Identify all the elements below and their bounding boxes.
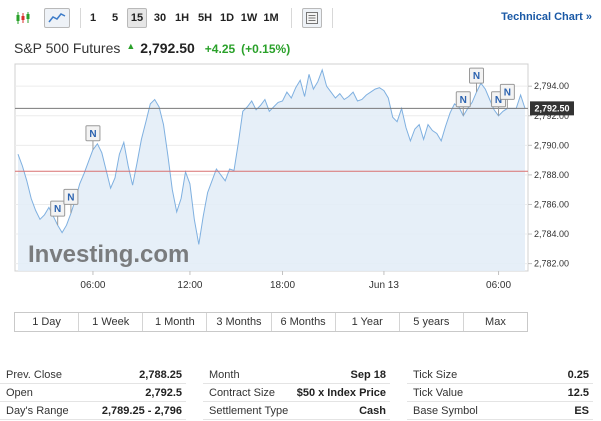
y-tick-label: 2,786.00: [534, 199, 569, 209]
price-chart[interactable]: 2,794.00 2,792.00 2,790.00 2,788.00 2,786.00…: [14, 63, 584, 303]
interval-1m[interactable]: 1M: [261, 8, 281, 28]
y-tick-label: 2,790.00: [534, 140, 569, 150]
news-marker-label: N: [89, 129, 96, 140]
toolbar-divider: [291, 8, 292, 28]
stat-row-contract-size: Contract Size $50 x Index Price: [203, 384, 390, 402]
range-1-day[interactable]: 1 Day: [15, 313, 80, 331]
y-tick-label: 2,788.00: [534, 170, 569, 180]
range-5-years[interactable]: 5 years: [400, 313, 464, 331]
y-tick-label: 2,782.00: [534, 259, 569, 269]
stat-row-settlement-type: Settlement Type Cash: [203, 402, 390, 420]
toolbar-divider: [332, 8, 333, 28]
up-arrow-icon: ▲: [126, 41, 136, 51]
stat-value: 2,788.25: [139, 369, 182, 381]
stat-value: $50 x Index Price: [296, 387, 386, 399]
range-6-months[interactable]: 6 Months: [272, 313, 336, 331]
interval-30[interactable]: 30: [151, 8, 169, 28]
candlestick-chart-icon[interactable]: [12, 8, 34, 28]
x-tick-label: 06:00: [486, 280, 511, 291]
news-marker-label: N: [473, 71, 480, 82]
range-max[interactable]: Max: [464, 313, 527, 331]
last-price-label: 2,792.50: [534, 103, 569, 113]
stats-column-2: Month Sep 18 Contract Size $50 x Index P…: [203, 366, 390, 420]
interval-1h[interactable]: 1H: [172, 8, 192, 28]
stat-row-open: Open 2,792.5: [0, 384, 186, 402]
stat-label: Base Symbol: [413, 405, 478, 417]
news-marker-label: N: [54, 204, 61, 215]
x-tick-label: 12:00: [177, 280, 202, 291]
price-change: +4.25: [204, 42, 236, 56]
stat-label: Tick Size: [413, 369, 458, 381]
stat-row-days-range: Day's Range 2,789.25 - 2,796: [0, 402, 186, 420]
time-range-tabs: 1 Day 1 Week 1 Month 3 Months 6 Months 1…: [14, 312, 528, 332]
stat-row-prev-close: Prev. Close 2,788.25: [0, 366, 186, 384]
stat-row-month: Month Sep 18: [203, 366, 390, 384]
last-price: 2,792.50: [140, 40, 195, 56]
stat-label: Day's Range: [6, 405, 69, 417]
chart-toolbar: 1 5 15 30 1H 5H 1D 1W 1M Technical Chart…: [0, 0, 601, 34]
stat-row-base-symbol: Base Symbol ES: [407, 402, 593, 420]
stat-value: Sep 18: [350, 369, 386, 381]
stat-row-tick-value: Tick Value 12.5: [407, 384, 593, 402]
stat-value: 2,792.5: [145, 387, 182, 399]
range-3-months[interactable]: 3 Months: [207, 313, 272, 331]
watermark-logo: Investing.com: [28, 241, 189, 268]
range-1-year[interactable]: 1 Year: [336, 313, 400, 331]
x-tick-label: 06:00: [80, 280, 105, 291]
interval-5[interactable]: 5: [108, 8, 122, 28]
x-tick-label: Jun 13: [369, 280, 399, 291]
interval-1d[interactable]: 1D: [217, 8, 237, 28]
stats-column-1: Prev. Close 2,788.25 Open 2,792.5 Day's …: [0, 366, 186, 420]
instrument-name: S&P 500 Futures: [14, 40, 121, 56]
stat-label: Month: [209, 369, 240, 381]
toolbar-divider: [80, 8, 81, 28]
contract-stats: Prev. Close 2,788.25 Open 2,792.5 Day's …: [0, 366, 601, 421]
x-tick-label: 18:00: [270, 280, 295, 291]
interval-5h[interactable]: 5H: [195, 8, 215, 28]
stat-label: Open: [6, 387, 33, 399]
area-chart-icon[interactable]: [44, 8, 70, 28]
stat-value: 12.5: [567, 387, 589, 399]
stat-label: Contract Size: [209, 387, 276, 399]
interval-15[interactable]: 15: [127, 8, 147, 28]
stat-value: 2,789.25 - 2,796: [101, 405, 182, 417]
news-marker-label: N: [504, 87, 511, 98]
price-chart-svg: 2,794.002,792.002,790.002,788.002,786.00…: [14, 63, 574, 291]
stats-column-3: Tick Size 0.25 Tick Value 12.5 Base Symb…: [407, 366, 593, 420]
range-1-week[interactable]: 1 Week: [79, 313, 144, 331]
y-tick-label: 2,794.00: [534, 81, 569, 91]
stat-value: ES: [574, 405, 589, 417]
news-marker-label: N: [67, 192, 74, 203]
stat-value: 0.25: [567, 369, 589, 381]
range-1-month[interactable]: 1 Month: [143, 313, 208, 331]
technical-chart-link[interactable]: Technical Chart »: [501, 11, 592, 23]
price-change-percent: (+0.15%): [241, 42, 291, 56]
stat-label: Settlement Type: [209, 405, 289, 417]
interval-1w[interactable]: 1W: [238, 8, 260, 28]
interval-1[interactable]: 1: [86, 8, 100, 28]
quote-header: S&P 500 Futures ▲ 2,792.50 +4.25 (+0.15%…: [14, 40, 290, 60]
stat-label: Prev. Close: [6, 369, 63, 381]
stat-row-tick-size: Tick Size 0.25: [407, 366, 593, 384]
y-tick-label: 2,784.00: [534, 229, 569, 239]
stat-value: Cash: [359, 405, 386, 417]
chart-settings-icon[interactable]: [302, 8, 322, 28]
stat-label: Tick Value: [413, 387, 464, 399]
news-marker-label: N: [460, 95, 467, 106]
